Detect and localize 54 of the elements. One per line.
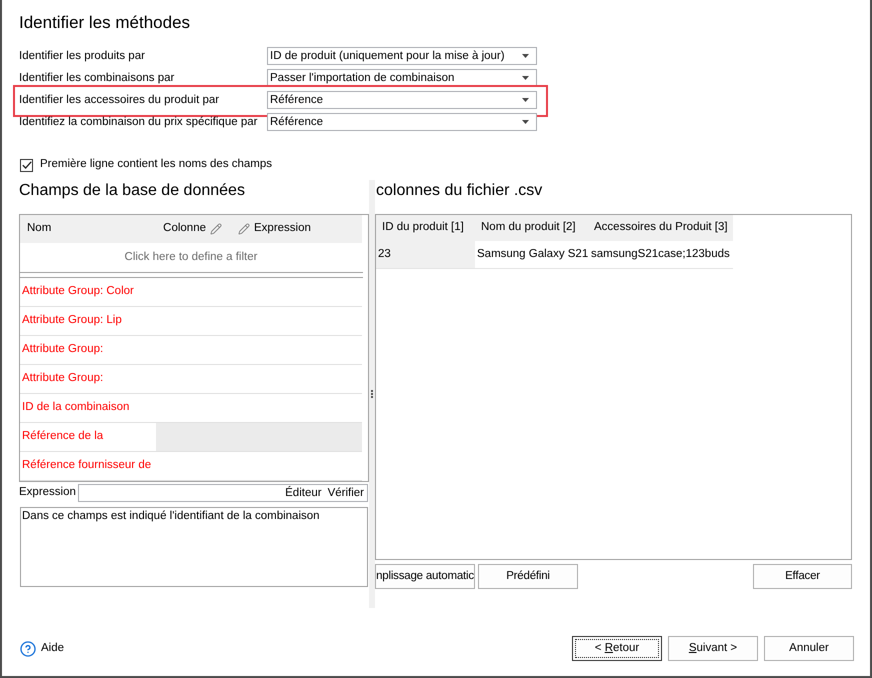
field-label: Identifier les combinaisons par bbox=[19, 71, 176, 86]
dropdown[interactable]: Référence bbox=[267, 113, 537, 131]
checkmark-icon bbox=[22, 161, 32, 169]
filter-row[interactable]: Click here to define a filter bbox=[20, 243, 362, 272]
table-cell-text: Référence de la bbox=[21, 429, 104, 444]
table-cell-text: ID de la combinaison bbox=[21, 400, 130, 415]
column-header[interactable]: Accessoires du Produit [3] bbox=[587, 215, 733, 241]
caret-down-icon bbox=[522, 98, 529, 102]
table-row[interactable]: Attribute Group: Color bbox=[20, 278, 362, 307]
table-cell-text: Attribute Group: bbox=[21, 342, 104, 357]
table-cell-text: Samsung Galaxy S21 bbox=[476, 246, 587, 262]
description-field[interactable]: Dans ce champs est indiqué l'identifiant de la combinaison bbox=[20, 507, 368, 587]
table-row[interactable]: Référence fournisseur de bbox=[20, 452, 362, 481]
table-cell-text: Attribute Group: Lip bbox=[21, 313, 123, 328]
field-label: Identifier les produits par bbox=[19, 49, 146, 64]
dropdown[interactable]: Référence bbox=[267, 91, 537, 109]
table-cell-text: samsungS21case;123buds bbox=[590, 246, 731, 262]
column-header[interactable]: Nom bbox=[20, 215, 156, 243]
nav-button[interactable]: Suivant > bbox=[668, 636, 758, 661]
window-title: Identifier les méthodes bbox=[19, 12, 190, 34]
checkbox[interactable] bbox=[20, 158, 33, 172]
nav-button[interactable]: < Retour bbox=[572, 636, 662, 661]
column-header[interactable]: Expression bbox=[232, 215, 362, 243]
field-label: Identifiez la combinaison du prix spécifique par bbox=[19, 115, 258, 130]
help-icon[interactable] bbox=[20, 640, 36, 656]
field-label: Expression bbox=[19, 485, 77, 500]
column-header[interactable]: ID du produit [1] bbox=[376, 215, 475, 241]
field-label: Identifier les accessoires du produit par bbox=[19, 93, 220, 108]
editor-button[interactable]: Éditeur bbox=[282, 486, 325, 500]
caret-down-icon bbox=[522, 76, 529, 80]
expression-field[interactable]: Éditeur Vérifier bbox=[78, 484, 368, 502]
table-row[interactable]: Attribute Group: bbox=[20, 336, 362, 365]
help-link[interactable]: Aide bbox=[41, 640, 64, 658]
caret-down-icon bbox=[522, 120, 529, 124]
section-title: Champs de la base de données bbox=[19, 181, 245, 201]
table-cell: 23 bbox=[376, 241, 475, 268]
table-cell-text: Référence fournisseur de bbox=[21, 458, 152, 473]
table-cell-text: Attribute Group: Color bbox=[21, 284, 135, 299]
table-row[interactable]: Attribute Group: bbox=[20, 365, 362, 394]
table-cell-text: Attribute Group: bbox=[21, 371, 104, 386]
column-header[interactable]: Nom du produit [2] bbox=[475, 215, 587, 241]
action-button[interactable]: nplissage automatic bbox=[375, 564, 475, 589]
action-button[interactable]: Effacer bbox=[753, 564, 852, 589]
dropdown[interactable]: ID de produit (uniquement pour la mise à jour) bbox=[267, 47, 537, 65]
column-header[interactable]: Colonne bbox=[156, 215, 232, 243]
pencil-icon[interactable] bbox=[210, 223, 222, 235]
verify-button[interactable]: Vérifier bbox=[324, 486, 367, 500]
pencil-icon[interactable] bbox=[238, 223, 250, 235]
checkbox-label[interactable]: Première ligne contient les noms des champs bbox=[40, 156, 272, 174]
section-title: colonnes du fichier .csv bbox=[375, 181, 542, 201]
caret-down-icon bbox=[522, 54, 529, 58]
table-row[interactable]: Attribute Group: Lip bbox=[20, 307, 362, 336]
action-button[interactable]: Prédéfini bbox=[478, 564, 578, 589]
nav-button[interactable]: Annuler bbox=[764, 636, 854, 661]
